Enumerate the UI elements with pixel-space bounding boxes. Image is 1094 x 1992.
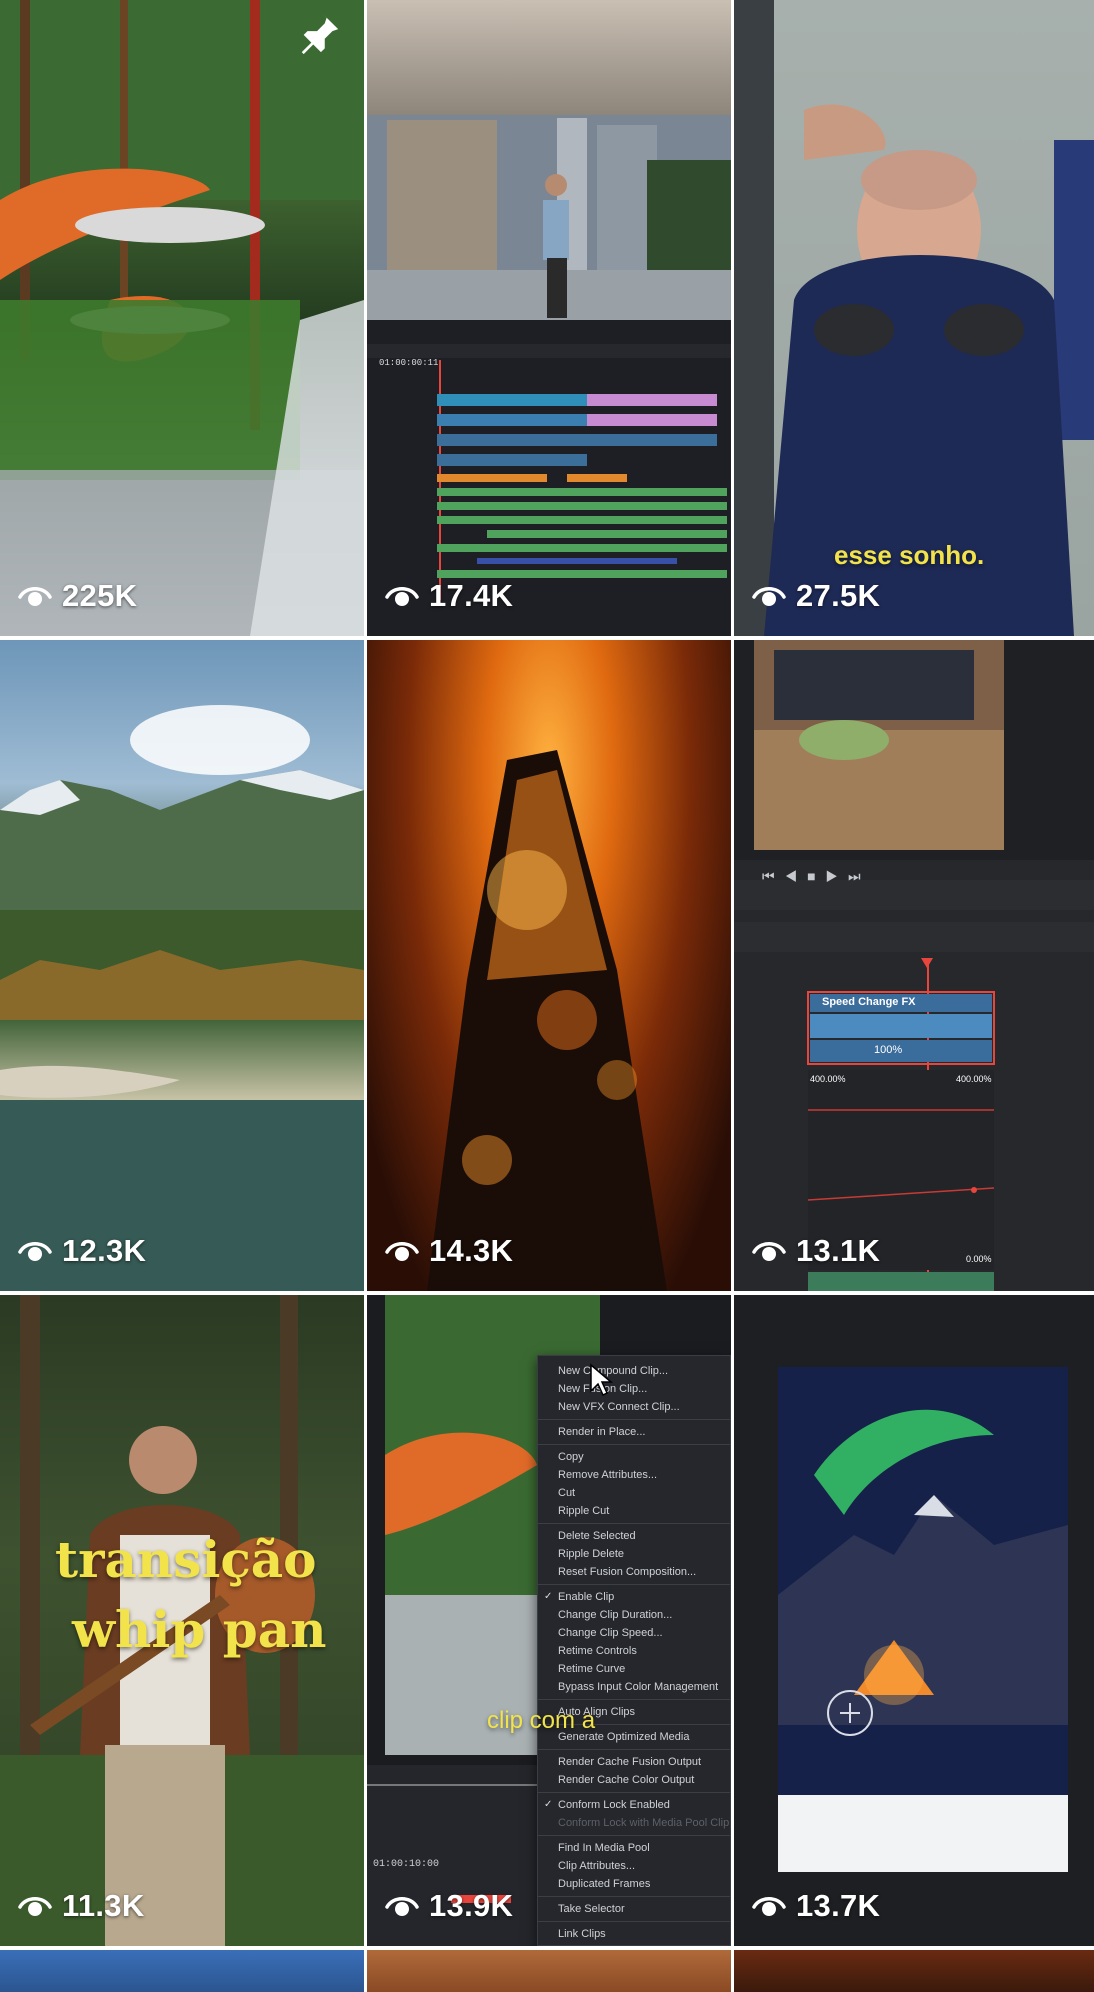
view-count-value: 17.4K <box>429 578 514 613</box>
menu-separator <box>538 1523 730 1524</box>
menu-item[interactable]: Ripple Delete <box>538 1545 730 1563</box>
menu-separator <box>538 1792 730 1793</box>
timeline-tracks <box>437 380 731 590</box>
menu-item[interactable]: Change Clip Speed... <box>538 1624 730 1642</box>
menu-item[interactable]: New Compound Clip... <box>538 1362 730 1380</box>
menu-item[interactable]: New Fusion Clip... <box>538 1380 730 1398</box>
menu-item: Conform Lock with Media Pool Clip <box>558 1817 730 1829</box>
eye-icon <box>18 1242 52 1261</box>
view-count-value: 11.3K <box>62 1888 145 1923</box>
menu-item[interactable]: Bypass Input Color Management <box>538 1678 730 1696</box>
menu-item[interactable]: Enable Clip <box>538 1588 730 1606</box>
menu-item[interactable]: Retime Curve <box>538 1660 730 1678</box>
eye-icon <box>752 1242 786 1261</box>
tile-9-artwork <box>778 1367 1068 1872</box>
video-tile-7[interactable]: transição whip pan 11.3K <box>0 1295 364 1946</box>
video-caption: clip com a <box>487 1707 596 1734</box>
video-tile-1[interactable]: 225K <box>0 0 364 636</box>
menu-item[interactable]: Render Cache Color Output <box>538 1771 730 1789</box>
tile-5-artwork <box>427 750 667 1291</box>
menu-item[interactable]: Take Selector <box>538 1900 730 1918</box>
view-count: 13.9K <box>385 1888 513 1924</box>
view-count: 13.1K <box>752 1233 880 1269</box>
menu-item[interactable]: Copy <box>538 1448 730 1466</box>
eye-icon <box>385 587 419 606</box>
view-count-value: 13.9K <box>429 1888 514 1923</box>
video-tile-11[interactable] <box>367 1950 731 1992</box>
speed-right-pct: 400.00% <box>956 1074 992 1084</box>
mouse-cursor-icon <box>590 1363 613 1397</box>
view-count: 14.3K <box>385 1233 513 1269</box>
view-count: 225K <box>18 578 137 614</box>
video-tile-9[interactable]: 13.7K <box>734 1295 1094 1946</box>
speed-left-pct: 400.00% <box>810 1074 846 1084</box>
video-tile-10[interactable] <box>0 1950 364 1992</box>
video-tile-6[interactable]: Speed Change FX 100% 400.00% 400.00% 0.0… <box>734 640 1094 1291</box>
view-count-value: 225K <box>62 578 138 613</box>
menu-separator <box>538 1419 730 1420</box>
eye-icon <box>752 1897 786 1916</box>
tile-4-artwork <box>0 705 364 1291</box>
menu-item[interactable]: Reset Fusion Composition... <box>538 1563 730 1581</box>
menu-item[interactable]: Remove Attributes... <box>538 1466 730 1484</box>
transport-controls: ⏮◀■▶⏭ <box>762 868 871 884</box>
view-count: 12.3K <box>18 1233 146 1269</box>
menu-separator <box>538 1749 730 1750</box>
video-caption: esse sonho. <box>834 540 985 570</box>
menu-item[interactable]: Clip Attributes... <box>538 1857 730 1875</box>
timecode: 01:00:00:11 <box>379 358 439 368</box>
menu-separator <box>538 1584 730 1585</box>
video-tile-3[interactable]: esse sonho. 27.5K <box>734 0 1094 636</box>
eye-icon <box>385 1242 419 1261</box>
view-count: 11.3K <box>18 1888 145 1924</box>
pin-icon <box>301 13 339 55</box>
menu-item[interactable]: Delete Selected <box>538 1527 730 1545</box>
menu-item[interactable]: Change Clip Duration... <box>538 1606 730 1624</box>
video-tile-8[interactable]: 01:00:10:00 New Compound Clip...New Fusi… <box>367 1295 731 1946</box>
tile-1-artwork <box>0 0 364 636</box>
view-count-value: 14.3K <box>429 1233 514 1268</box>
context-menu: New Compound Clip...New Fusion Clip...Ne… <box>537 1355 731 1946</box>
view-count-value: 13.7K <box>796 1888 881 1923</box>
view-count-value: 27.5K <box>796 578 881 613</box>
menu-item[interactable]: Retime Controls <box>538 1642 730 1660</box>
view-count: 13.7K <box>752 1888 880 1924</box>
view-count: 27.5K <box>752 578 880 614</box>
timecode: 01:00:10:00 <box>373 1859 440 1870</box>
menu-item[interactable]: Ripple Cut <box>538 1502 730 1520</box>
eye-icon <box>385 1897 419 1916</box>
tile-6-artwork <box>734 640 1094 1291</box>
video-tile-5[interactable]: 14.3K <box>367 640 731 1291</box>
menu-separator <box>538 1699 730 1700</box>
view-count-value: 12.3K <box>62 1233 147 1268</box>
video-tile-4[interactable]: 12.3K <box>0 640 364 1291</box>
video-grid: 225K 01:00:00:11 17.4K esse sonho. 27.5K… <box>0 0 1094 1992</box>
view-count-value: 13.1K <box>796 1233 881 1268</box>
menu-separator <box>538 1835 730 1836</box>
video-tile-12[interactable] <box>734 1950 1094 1992</box>
menu-item[interactable]: New VFX Connect Clip... <box>538 1398 730 1416</box>
menu-item[interactable]: Render in Place... <box>538 1423 730 1441</box>
clip-title: Speed Change FX <box>822 996 916 1008</box>
eye-icon <box>752 587 786 606</box>
view-count: 17.4K <box>385 578 513 614</box>
menu-separator <box>538 1921 730 1922</box>
speed-bottom-pct: 0.00% <box>966 1254 992 1264</box>
menu-separator <box>538 1896 730 1897</box>
menu-item[interactable]: Render Cache Fusion Output <box>538 1753 730 1771</box>
menu-item[interactable]: Cut <box>538 1484 730 1502</box>
menu-item[interactable]: Find In Media Pool <box>538 1839 730 1857</box>
menu-item[interactable]: Conform Lock Enabled <box>538 1796 730 1814</box>
video-caption-line2: whip pan <box>72 1600 327 1659</box>
menu-item[interactable]: Duplicated Frames <box>538 1875 730 1893</box>
video-tile-2[interactable]: 01:00:00:11 17.4K <box>367 0 731 636</box>
menu-item[interactable]: Link Clips <box>538 1925 730 1943</box>
eye-icon <box>18 587 52 606</box>
video-caption-line1: transição <box>55 1530 317 1589</box>
eye-icon <box>18 1897 52 1916</box>
menu-separator <box>538 1444 730 1445</box>
speed-value: 100% <box>874 1044 903 1056</box>
